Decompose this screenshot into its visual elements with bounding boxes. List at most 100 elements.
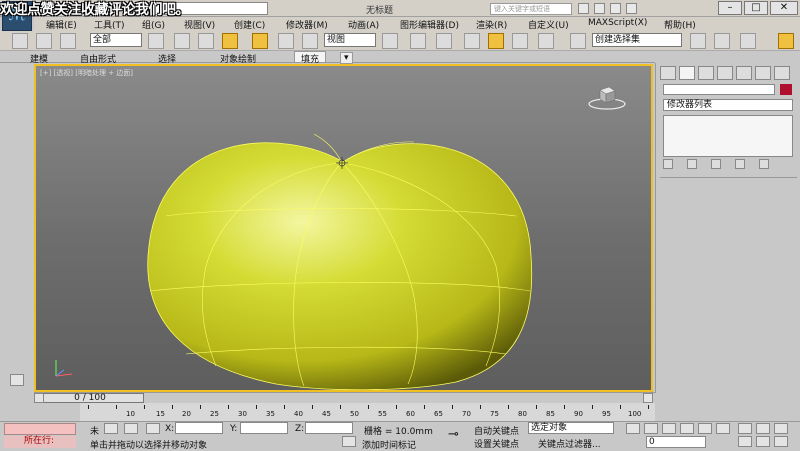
menu-animation[interactable]: 动画(A) <box>348 18 379 31</box>
play-icon[interactable] <box>662 423 676 434</box>
layer-manager-icon[interactable] <box>740 33 756 49</box>
menu-create[interactable]: 创建(C) <box>234 18 265 31</box>
object-color-swatch[interactable] <box>780 84 792 95</box>
auto-key-button[interactable]: 自动关键点 <box>474 424 519 437</box>
bind-space-warp-icon[interactable] <box>60 33 76 49</box>
display-tab-icon[interactable] <box>736 66 752 80</box>
go-to-end-icon[interactable] <box>698 423 712 434</box>
track-bar[interactable]: 10 15 20 25 30 35 40 45 50 55 60 65 70 7… <box>80 403 655 421</box>
configure-sets-icon[interactable] <box>759 159 769 169</box>
selection-filter-select[interactable]: 全部 <box>90 33 142 47</box>
apple-model[interactable] <box>36 66 653 392</box>
key-mode-select[interactable]: 选定对象 <box>528 422 614 434</box>
menu-group[interactable]: 组(G) <box>142 18 165 31</box>
tick-mark <box>228 405 229 409</box>
zoom-extents-icon[interactable] <box>774 423 788 434</box>
zoom-all-icon[interactable] <box>756 423 770 434</box>
absolute-mode-icon[interactable] <box>146 423 160 434</box>
region-select-icon[interactable] <box>198 33 214 49</box>
select-move-icon[interactable] <box>252 33 268 49</box>
manipulate-icon[interactable] <box>410 33 426 49</box>
x-coordinate-field[interactable] <box>175 422 223 434</box>
reference-coord-select[interactable]: 视图 <box>324 33 376 47</box>
ribbon-options-icon[interactable]: ▾ <box>340 52 353 64</box>
window-crossing-icon[interactable] <box>222 33 238 49</box>
pan-view-icon[interactable] <box>756 436 770 447</box>
prev-arrow-icon[interactable] <box>34 393 44 403</box>
snaps-toggle-icon[interactable] <box>464 33 480 49</box>
named-selection-select[interactable]: 创建选择集 <box>592 33 682 47</box>
select-rotate-icon[interactable] <box>278 33 294 49</box>
isolate-icon[interactable] <box>124 423 138 434</box>
set-key-button[interactable]: 设置关键点 <box>474 437 519 450</box>
menu-customize[interactable]: 自定义(U) <box>528 18 569 31</box>
prev-frame-icon[interactable] <box>644 423 658 434</box>
tick-mark <box>480 405 481 409</box>
modifier-list-select[interactable]: 修改器列表 <box>663 99 793 111</box>
menu-tools[interactable]: 工具(T) <box>94 18 125 31</box>
edit-named-selection-icon[interactable] <box>570 33 586 49</box>
maxscript-listener[interactable] <box>4 423 76 435</box>
hierarchy-tab-icon[interactable] <box>698 66 714 80</box>
orbit-icon[interactable] <box>774 436 788 447</box>
modify-tab-icon[interactable] <box>679 66 695 80</box>
time-tag-icon[interactable] <box>342 436 356 447</box>
link-icon[interactable] <box>12 33 28 49</box>
time-slider[interactable]: 0 / 100 <box>34 392 655 403</box>
go-to-start-icon[interactable] <box>626 423 640 434</box>
modifier-stack[interactable] <box>663 115 793 157</box>
align-icon[interactable] <box>714 33 730 49</box>
next-frame-icon[interactable] <box>680 423 694 434</box>
zoom-icon[interactable] <box>738 423 752 434</box>
help-icon[interactable] <box>626 3 637 14</box>
utilities-tab-icon[interactable] <box>755 66 771 80</box>
object-name-field[interactable] <box>663 84 775 95</box>
time-slider-thumb[interactable]: 0 / 100 <box>36 393 144 403</box>
create-tab-icon[interactable] <box>660 66 676 80</box>
infocenter-icon[interactable] <box>594 3 605 14</box>
spinner-snap-icon[interactable] <box>538 33 554 49</box>
y-coordinate-field[interactable] <box>240 422 288 434</box>
select-object-icon[interactable] <box>148 33 164 49</box>
ribbon-tab-populate[interactable]: 填充 <box>294 51 327 65</box>
star-icon[interactable] <box>610 3 621 14</box>
close-button[interactable]: ✕ <box>770 1 798 15</box>
menu-edit[interactable]: 编辑(E) <box>46 18 77 31</box>
menu-maxscript[interactable]: MAXScript(X) <box>588 18 647 28</box>
pivot-center-icon[interactable] <box>382 33 398 49</box>
next-arrow-icon[interactable] <box>643 393 653 403</box>
select-by-name-icon[interactable] <box>174 33 190 49</box>
make-unique-icon[interactable] <box>711 159 721 169</box>
maximize-button[interactable]: □ <box>744 1 768 15</box>
expand-arrow-icon[interactable] <box>10 374 24 386</box>
pin-stack-icon[interactable] <box>663 159 673 169</box>
search-input[interactable]: 键入关键字或短语 <box>490 3 572 15</box>
key-icon[interactable]: ⊸ <box>448 427 459 442</box>
panel-options-icon[interactable] <box>774 66 790 80</box>
lock-selection-icon[interactable] <box>104 423 118 434</box>
percent-snap-icon[interactable] <box>512 33 528 49</box>
field-of-view-icon[interactable] <box>738 436 752 447</box>
menu-views[interactable]: 视图(V) <box>184 18 215 31</box>
search-icon[interactable] <box>578 3 589 14</box>
unlink-icon[interactable] <box>36 33 52 49</box>
key-filters-button[interactable]: 关键点过滤器... <box>538 437 601 450</box>
minimize-button[interactable]: – <box>718 1 742 15</box>
z-coordinate-field[interactable] <box>305 422 353 434</box>
menu-help[interactable]: 帮助(H) <box>664 18 696 31</box>
angle-snap-icon[interactable] <box>488 33 504 49</box>
time-config-icon[interactable] <box>716 423 730 434</box>
keyboard-shortcut-icon[interactable] <box>436 33 452 49</box>
mirror-icon[interactable] <box>690 33 706 49</box>
add-time-tag[interactable]: 添加时间标记 <box>362 438 416 451</box>
menu-modifiers[interactable]: 修改器(M) <box>286 18 328 31</box>
ribbon-toggle-icon[interactable] <box>778 33 794 49</box>
viewport-perspective[interactable]: [+] [透视] [明暗处理 + 边面] <box>34 64 653 392</box>
menu-rendering[interactable]: 渲染(R) <box>476 18 507 31</box>
select-scale-icon[interactable] <box>302 33 318 49</box>
remove-modifier-icon[interactable] <box>735 159 745 169</box>
current-frame-field[interactable]: 0 <box>646 436 706 448</box>
menu-graph-editors[interactable]: 图形编辑器(D) <box>400 18 459 31</box>
show-end-result-icon[interactable] <box>687 159 697 169</box>
motion-tab-icon[interactable] <box>717 66 733 80</box>
